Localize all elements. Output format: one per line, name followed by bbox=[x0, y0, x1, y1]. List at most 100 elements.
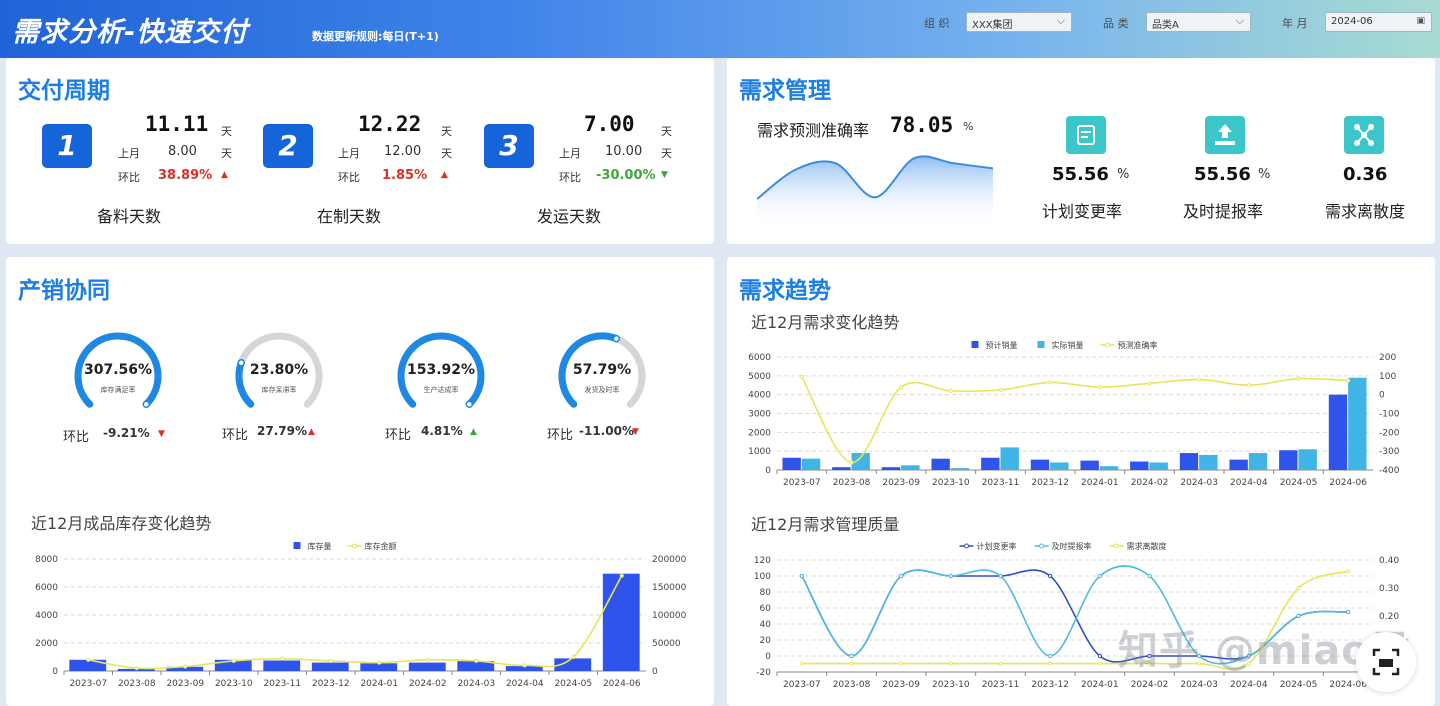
y2-tick-label: 150000 bbox=[652, 583, 687, 593]
x-tick-label: 2024-04 bbox=[1230, 680, 1268, 690]
bar-预计销量 bbox=[1030, 459, 1050, 470]
x-tick-label: 2023-08 bbox=[833, 680, 871, 690]
point-预测准确率 bbox=[1296, 376, 1301, 381]
bar-库存量 bbox=[602, 573, 640, 671]
wip-days-label: 在制天数 bbox=[317, 207, 382, 226]
y2-tick-label: 200 bbox=[1379, 353, 1396, 363]
point-及时提报率 bbox=[799, 573, 804, 579]
y2-tick-label: 0.40 bbox=[1379, 556, 1399, 566]
point-及时提报率 bbox=[1097, 573, 1102, 579]
gauge-mom-label: 环比 bbox=[63, 430, 90, 445]
legend-label: 库存金额 bbox=[365, 541, 397, 551]
badge-1: 1 bbox=[42, 124, 92, 168]
x-tick-label: 2024-01 bbox=[360, 679, 398, 689]
month-filter-input[interactable]: 2024-06 ▣ bbox=[1325, 12, 1432, 32]
point-需求离散度 bbox=[998, 661, 1003, 666]
x-tick-label: 2023-11 bbox=[263, 679, 301, 689]
page-title: 需求分析-快速交付 bbox=[12, 17, 249, 48]
delivery-cycle-panel: 交付周期 1 11.11 天 上月 8.00 天 环比 38.89% ▲ 备料天… bbox=[6, 58, 714, 244]
bar-库存量 bbox=[408, 662, 446, 671]
prep-last-value: 8.00 bbox=[168, 144, 197, 159]
x-tick-label: 2023-09 bbox=[882, 680, 920, 690]
month-filter-label: 年 月 bbox=[1282, 17, 1308, 30]
y-tick-label: 5000 bbox=[748, 372, 771, 382]
gauge-label: 发货及时率 bbox=[584, 386, 620, 394]
point-预测准确率 bbox=[1097, 385, 1102, 390]
scatter-icon bbox=[1344, 116, 1384, 154]
x-tick-label: 2023-08 bbox=[833, 478, 871, 488]
gauge-mom-value: 27.79% bbox=[257, 424, 307, 438]
wip-last-unit: 天 bbox=[441, 147, 452, 160]
point-预测准确率 bbox=[1346, 378, 1351, 383]
ship-last-unit: 天 bbox=[661, 147, 672, 160]
org-filter-select[interactable]: XXX集团 ⌵ bbox=[966, 12, 1072, 32]
y-tick-label: 80 bbox=[760, 588, 772, 598]
demand-mgmt-title: 需求管理 bbox=[739, 78, 831, 104]
gauge-inventory-fill: 307.56% 库存满足率 bbox=[70, 328, 166, 424]
y-tick-label: 3000 bbox=[748, 410, 771, 420]
y2-tick-label: 100 bbox=[1379, 372, 1396, 382]
trend-up-icon: ▲ bbox=[441, 170, 448, 180]
prod-sales-panel: 产销协同 307.56% 库存满足率 环比 -9.21% ▼ 23.80% 库存… bbox=[6, 257, 714, 706]
point-预测准确率 bbox=[899, 385, 904, 390]
bar-库存量 bbox=[311, 662, 349, 671]
x-tick-label: 2024-03 bbox=[1180, 680, 1218, 690]
quality-chart-title: 近12月需求管理质量 bbox=[751, 515, 900, 534]
bar-实际销量 bbox=[950, 468, 970, 470]
prod-sales-title: 产销协同 bbox=[18, 278, 110, 304]
bar-预计销量 bbox=[1130, 461, 1149, 470]
point-计划变更率 bbox=[1048, 573, 1053, 579]
y2-tick-label: -400 bbox=[1379, 466, 1400, 476]
y-tick-label: 60 bbox=[760, 604, 772, 614]
y-tick-label: 2000 bbox=[748, 428, 771, 438]
legend-swatch bbox=[1105, 342, 1110, 348]
bar-实际销量 bbox=[1248, 453, 1268, 470]
x-tick-label: 2024-03 bbox=[1180, 478, 1218, 488]
point-需求离散度 bbox=[849, 661, 854, 666]
y2-tick-label: -200 bbox=[1379, 428, 1400, 438]
x-tick-label: 2024-01 bbox=[1081, 478, 1119, 488]
point-预测准确率 bbox=[948, 388, 953, 394]
y2-tick-label: 100000 bbox=[652, 611, 687, 621]
gauge-knob bbox=[612, 334, 621, 343]
trend-up-icon: ▲ bbox=[221, 170, 228, 180]
gauge-inventory-stale: 23.80% 库存呆滞率 bbox=[231, 328, 327, 424]
gauge-label: 生产达成率 bbox=[423, 386, 459, 394]
scan-button[interactable] bbox=[1356, 632, 1416, 692]
trend-down-icon: ▼ bbox=[661, 170, 668, 180]
x-tick-label: 2023-09 bbox=[882, 478, 920, 488]
point-计划变更率 bbox=[1097, 653, 1102, 659]
point-预测准确率 bbox=[1197, 377, 1202, 382]
x-tick-label: 2023-10 bbox=[215, 679, 253, 689]
legend-swatch bbox=[971, 341, 979, 348]
forecast-accuracy-unit: % bbox=[963, 120, 974, 133]
bar-实际销量 bbox=[901, 465, 920, 470]
ship-last-value: 10.00 bbox=[605, 144, 643, 159]
point-库存金额 bbox=[425, 657, 430, 662]
gauge-value: 57.79% bbox=[572, 362, 632, 378]
category-filter-select[interactable]: 品类A ⌵ bbox=[1146, 12, 1251, 32]
bar-库存量 bbox=[263, 660, 301, 671]
ship-mom-value: -30.00% bbox=[596, 168, 656, 183]
x-tick-label: 2023-11 bbox=[982, 478, 1020, 488]
legend-label: 预测准确率 bbox=[1118, 340, 1158, 350]
y-tick-label: 120 bbox=[754, 556, 771, 566]
gauge-label: 库存满足率 bbox=[100, 386, 136, 394]
ship-days-value: 7.00 bbox=[584, 112, 635, 136]
bar-预计销量 bbox=[1179, 453, 1199, 470]
legend-swatch bbox=[293, 542, 301, 549]
y-tick-label: 40 bbox=[760, 620, 772, 630]
gauge-label: 库存呆滞率 bbox=[261, 386, 297, 394]
prep-last-unit: 天 bbox=[221, 147, 232, 160]
y-tick-label: 6000 bbox=[35, 583, 58, 593]
point-预测准确率 bbox=[799, 374, 804, 379]
gauge-mom-value: -11.00% bbox=[579, 424, 634, 438]
y-tick-label: 1000 bbox=[748, 447, 771, 457]
bar-预计销量 bbox=[782, 457, 801, 470]
point-及时提报率 bbox=[899, 573, 904, 579]
x-tick-label: 2023-07 bbox=[783, 478, 821, 488]
bar-实际销量 bbox=[1149, 462, 1168, 470]
bar-实际销量 bbox=[1298, 449, 1317, 470]
y2-tick-label: 50000 bbox=[652, 639, 681, 649]
point-库存金额 bbox=[474, 658, 479, 664]
